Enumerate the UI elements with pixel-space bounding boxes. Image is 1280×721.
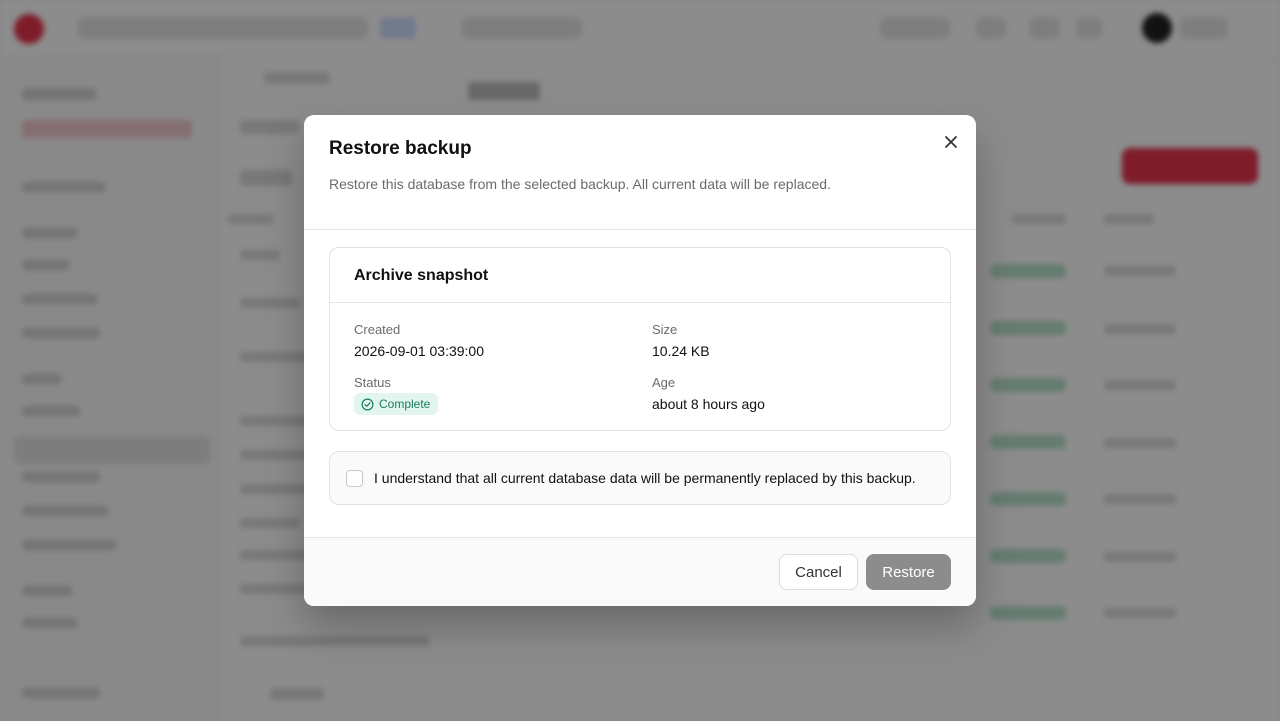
size-label: Size	[652, 322, 678, 337]
status-badge-text: Complete	[379, 397, 431, 411]
age-label: Age	[652, 375, 676, 390]
created-label: Created	[354, 322, 401, 337]
restore-backup-dialog: Restore backup Restore this database fro…	[304, 115, 976, 606]
dialog-title: Restore backup	[329, 138, 472, 159]
dialog-description: Restore this database from the selected …	[329, 176, 831, 192]
created-value: 2026-09-01 03:39:00	[354, 343, 484, 359]
age-value: about 8 hours ago	[652, 396, 765, 412]
confirm-box: I understand that all current database d…	[329, 451, 951, 505]
status-label: Status	[354, 375, 391, 390]
size-value: 10.24 KB	[652, 343, 710, 359]
snapshot-title: Archive snapshot	[354, 267, 489, 284]
dialog-footer: Cancel Restore	[304, 537, 976, 606]
close-icon	[945, 136, 957, 148]
divider	[330, 302, 950, 303]
cancel-button[interactable]: Cancel	[779, 554, 858, 590]
check-circle-icon	[361, 398, 374, 410]
snapshot-card: Archive snapshot Created 2026-09-01 03:3…	[329, 247, 951, 431]
dialog-header: Restore backup Restore this database fro…	[304, 115, 976, 230]
close-button[interactable]	[938, 129, 964, 155]
confirm-text[interactable]: I understand that all current database d…	[374, 470, 916, 486]
confirm-checkbox[interactable]	[346, 470, 363, 487]
status-badge: Complete	[354, 393, 439, 415]
restore-button[interactable]: Restore	[866, 554, 951, 590]
